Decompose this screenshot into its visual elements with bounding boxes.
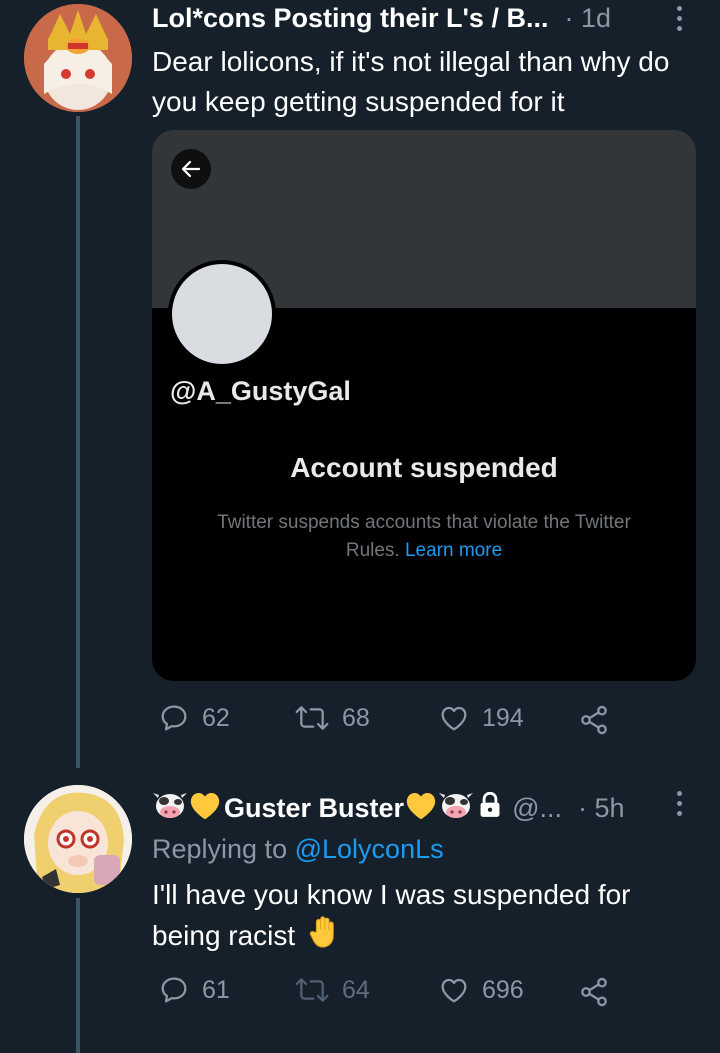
like-count: 696	[482, 975, 524, 1004]
reply-count: 61	[202, 975, 230, 1004]
more-icon[interactable]	[674, 791, 684, 816]
reply-button[interactable]: 61	[158, 974, 230, 1006]
replying-to: Replying to @LolyconLs	[152, 829, 700, 869]
back-arrow-icon[interactable]	[171, 149, 211, 189]
like-icon	[441, 978, 467, 1003]
yellow-heart-emoji	[404, 789, 438, 828]
tweet-2-body: I'll have you know I was suspended for b…	[152, 879, 631, 951]
yellow-heart-emoji	[188, 789, 222, 828]
like-button[interactable]: 696	[438, 974, 524, 1006]
tweet-1-actions: 62 68 194	[152, 700, 632, 742]
retweet-icon	[295, 706, 329, 730]
cow-emoji	[438, 790, 474, 827]
share-icon	[581, 705, 607, 735]
more-icon[interactable]	[674, 6, 684, 31]
replying-prefix: Replying to	[152, 834, 288, 864]
replying-handle-link[interactable]: @LolyconLs	[295, 834, 444, 864]
reply-button[interactable]: 62	[158, 702, 230, 734]
tweet-1-text: Dear lolicons, if it's not illegal than …	[152, 46, 670, 117]
tweet-time[interactable]: · 1d	[564, 3, 611, 34]
author-name[interactable]: Guster Buster	[224, 793, 404, 824]
share-icon	[581, 977, 607, 1007]
suspended-avatar	[168, 260, 276, 368]
retweet-count: 64	[342, 975, 370, 1004]
retweet-button[interactable]: 68	[294, 702, 370, 734]
share-button[interactable]	[578, 976, 610, 1008]
like-button[interactable]: 194	[438, 702, 524, 734]
reply-icon	[161, 977, 187, 1003]
suspended-title: Account suspended	[290, 452, 558, 483]
reply-icon	[161, 705, 187, 731]
lock-icon	[478, 791, 502, 825]
tweet-1-header: Lol*cons Posting their L's / B... · 1d	[152, 3, 611, 34]
retweet-button[interactable]: 64	[294, 974, 370, 1006]
tweet-2-actions: 61 64 696	[152, 972, 632, 1014]
reply-count: 62	[202, 703, 230, 732]
author-handle[interactable]: @...	[512, 793, 562, 824]
author-name[interactable]: Lol*cons Posting their L's / B...	[152, 3, 548, 34]
raised-hand-emoji	[307, 915, 339, 960]
suspended-body: Twitter suspends accounts that violate t…	[204, 509, 644, 565]
cow-emoji	[152, 790, 188, 827]
suspended-account-card[interactable]: @A_GustyGal Account suspended Twitter su…	[152, 130, 696, 681]
avatar-tweet-1[interactable]	[24, 4, 132, 112]
thread-line-top	[76, 116, 80, 768]
retweet-count: 68	[342, 703, 370, 732]
tweet-time[interactable]: · 5h	[578, 793, 625, 824]
retweet-icon	[295, 978, 329, 1002]
share-button[interactable]	[578, 704, 610, 736]
like-icon	[441, 706, 467, 731]
thread-line-bottom	[76, 898, 80, 1053]
suspended-handle: @A_GustyGal	[170, 376, 351, 406]
avatar-tweet-2[interactable]	[24, 785, 132, 893]
learn-more-link[interactable]: Learn more	[405, 540, 502, 561]
like-count: 194	[482, 703, 524, 732]
tweet-2-header: Guster Buster @... · 5h	[152, 789, 625, 828]
tweet-2-text: I'll have you know I was suspended for b…	[152, 875, 700, 960]
